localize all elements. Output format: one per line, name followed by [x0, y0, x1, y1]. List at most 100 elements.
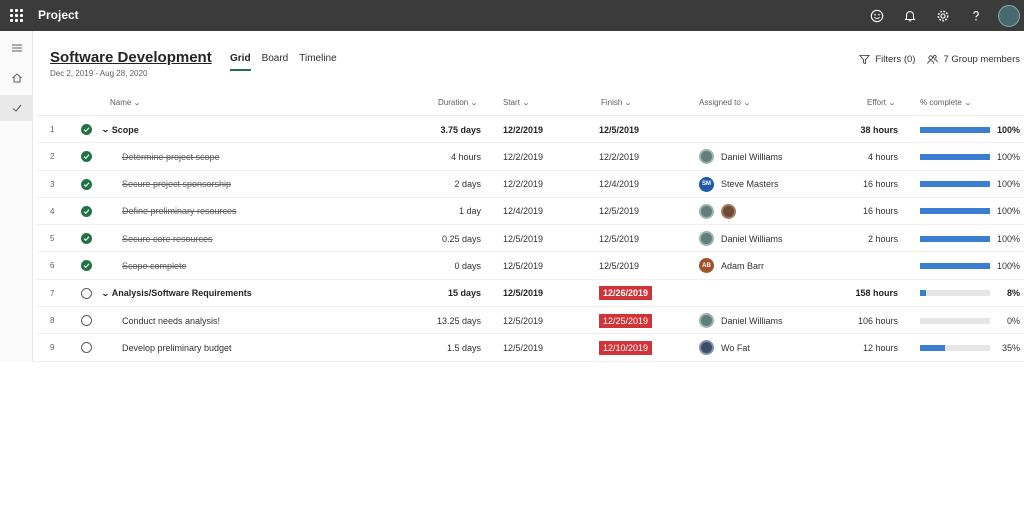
task-percent-complete[interactable]: 8% [920, 280, 1020, 307]
task-effort[interactable]: 4 hours [826, 143, 898, 170]
task-finish-date[interactable]: 12/5/2019 [599, 225, 679, 252]
app-launcher-icon[interactable] [10, 9, 23, 22]
task-start-date[interactable]: 12/2/2019 [503, 171, 573, 198]
task-effort[interactable] [826, 252, 898, 279]
task-duration[interactable]: 0.25 days [416, 225, 481, 252]
summary-task-row[interactable]: 1 ⌄ Scope 3.75 days 12/2/2019 12/5/2019 38 hou… [36, 116, 1024, 144]
avatar[interactable]: SM [699, 176, 714, 192]
task-duration[interactable]: 1.5 days [416, 334, 481, 361]
avatar[interactable] [699, 203, 714, 219]
task-name[interactable]: Define preliminary resources [122, 198, 452, 225]
task-percent-complete[interactable]: 100% [920, 143, 1020, 170]
task-duration[interactable]: 0 days [416, 252, 481, 279]
task-name[interactable]: ⌄ Analysis/Software Requirements [101, 280, 432, 307]
table-row[interactable]: 2 Determine project scope 4 hours 12/2/2019… [36, 143, 1024, 171]
task-finish-date[interactable]: 12/5/2019 [599, 116, 679, 143]
task-complete-toggle[interactable] [81, 334, 92, 361]
task-complete-toggle[interactable] [81, 171, 92, 198]
column-header-duration[interactable]: Duration ⌄ [438, 98, 478, 107]
task-effort[interactable]: 106 hours [826, 307, 898, 334]
task-finish-date[interactable]: 12/25/2019 [599, 307, 679, 334]
avatar[interactable]: AB [699, 258, 714, 274]
task-effort[interactable]: 16 hours [826, 171, 898, 198]
avatar[interactable] [699, 149, 714, 165]
task-finish-date[interactable]: 12/2/2019 [599, 143, 679, 170]
table-row[interactable]: 3 Secure project sponsorship 2 days 12/2/20… [36, 171, 1024, 198]
task-name[interactable]: Scope complete [122, 252, 452, 279]
filters-button[interactable]: Filters (0) [859, 54, 915, 65]
task-name[interactable]: Secure project sponsorship [122, 171, 452, 198]
table-row[interactable]: 4 Define preliminary resources 1 day 12/4/2… [36, 198, 1024, 226]
task-complete-toggle[interactable] [81, 280, 92, 307]
table-row[interactable]: 6 Scope complete 0 days 12/5/2019 12/5/2019 A… [36, 252, 1024, 280]
task-effort[interactable]: 158 hours [826, 280, 898, 307]
task-percent-complete[interactable]: 100% [920, 171, 1020, 198]
task-finish-date[interactable]: 12/26/2019 [599, 280, 679, 307]
task-start-date[interactable]: 12/5/2019 [503, 225, 573, 252]
task-name[interactable]: Secure core resources [122, 225, 452, 252]
my-tasks-check-icon[interactable] [0, 95, 33, 121]
task-start-date[interactable]: 12/5/2019 [503, 334, 573, 361]
chevron-down-icon[interactable]: ⌄ [101, 289, 110, 298]
task-name[interactable]: Conduct needs analysis! [122, 307, 452, 334]
task-duration[interactable]: 1 day [416, 198, 481, 225]
task-complete-toggle[interactable] [81, 307, 92, 334]
task-start-date[interactable]: 12/5/2019 [503, 307, 573, 334]
task-finish-date[interactable]: 12/5/2019 [599, 252, 679, 279]
column-header-start[interactable]: Start ⌄ [503, 98, 530, 107]
task-complete-toggle[interactable] [81, 116, 92, 143]
avatar[interactable] [699, 231, 714, 247]
task-percent-complete[interactable]: 100% [920, 252, 1020, 279]
task-start-date[interactable]: 12/5/2019 [503, 252, 573, 279]
task-complete-toggle[interactable] [81, 143, 92, 170]
task-name[interactable]: Determine project scope [122, 143, 452, 170]
gear-icon[interactable] [926, 0, 959, 31]
table-row[interactable]: 8 Conduct needs analysis! 13.25 days 12/5/2… [36, 307, 1024, 335]
user-avatar[interactable] [998, 4, 1020, 27]
task-start-date[interactable]: 12/2/2019 [503, 143, 573, 170]
task-percent-complete[interactable]: 35% [920, 334, 1020, 361]
task-finish-date[interactable]: 12/5/2019 [599, 198, 679, 225]
task-effort[interactable]: 12 hours [826, 334, 898, 361]
task-name[interactable]: Develop preliminary budget [122, 334, 452, 361]
app-title[interactable]: Project [38, 8, 79, 22]
task-percent-complete[interactable]: 0% [920, 307, 1020, 334]
task-duration[interactable]: 4 hours [416, 143, 481, 170]
home-icon[interactable] [0, 65, 33, 91]
avatar[interactable] [721, 203, 736, 219]
help-icon[interactable] [959, 0, 992, 31]
task-complete-toggle[interactable] [81, 198, 92, 225]
task-finish-date[interactable]: 12/10/2019 [599, 334, 679, 361]
task-percent-complete[interactable]: 100% [920, 225, 1020, 252]
task-effort[interactable]: 2 hours [826, 225, 898, 252]
task-start-date[interactable]: 12/2/2019 [503, 116, 573, 143]
summary-task-row[interactable]: 7 ⌄ Analysis/Software Requirements 15 days 1… [36, 280, 1024, 308]
task-percent-complete[interactable]: 100% [920, 198, 1020, 225]
task-finish-date[interactable]: 12/4/2019 [599, 171, 679, 198]
task-complete-toggle[interactable] [81, 252, 92, 279]
avatar[interactable] [699, 340, 714, 356]
column-header-name[interactable]: Name ⌄ [110, 98, 141, 107]
column-header-percent-complete[interactable]: % complete ⌄ [920, 98, 972, 107]
column-header-assigned-to[interactable]: Assigned to ⌄ [699, 98, 751, 107]
avatar[interactable] [699, 313, 714, 329]
task-complete-toggle[interactable] [81, 225, 92, 252]
task-duration[interactable]: 3.75 days [416, 116, 481, 143]
group-members-button[interactable]: 7 Group members [927, 54, 1020, 65]
task-name[interactable]: ⌄ Scope [101, 116, 432, 143]
column-header-effort[interactable]: Effort ⌄ [867, 98, 896, 107]
table-row[interactable]: 5 Secure core resources 0.25 days 12/5/2019… [36, 225, 1024, 253]
tab-board[interactable]: Board [262, 53, 289, 71]
chevron-down-icon[interactable]: ⌄ [101, 125, 110, 134]
task-effort[interactable]: 38 hours [826, 116, 898, 143]
task-duration[interactable]: 2 days [416, 171, 481, 198]
hamburger-menu-icon[interactable] [0, 35, 33, 61]
task-duration[interactable]: 13.25 days [416, 307, 481, 334]
smiley-feedback-icon[interactable] [860, 0, 893, 31]
tab-timeline[interactable]: Timeline [299, 53, 336, 71]
task-start-date[interactable]: 12/4/2019 [503, 198, 573, 225]
plan-title[interactable]: Software Development [50, 49, 212, 66]
task-effort[interactable]: 16 hours [826, 198, 898, 225]
task-duration[interactable]: 15 days [416, 280, 481, 307]
table-row[interactable]: 9 Develop preliminary budget 1.5 days 12/5/… [36, 334, 1024, 362]
